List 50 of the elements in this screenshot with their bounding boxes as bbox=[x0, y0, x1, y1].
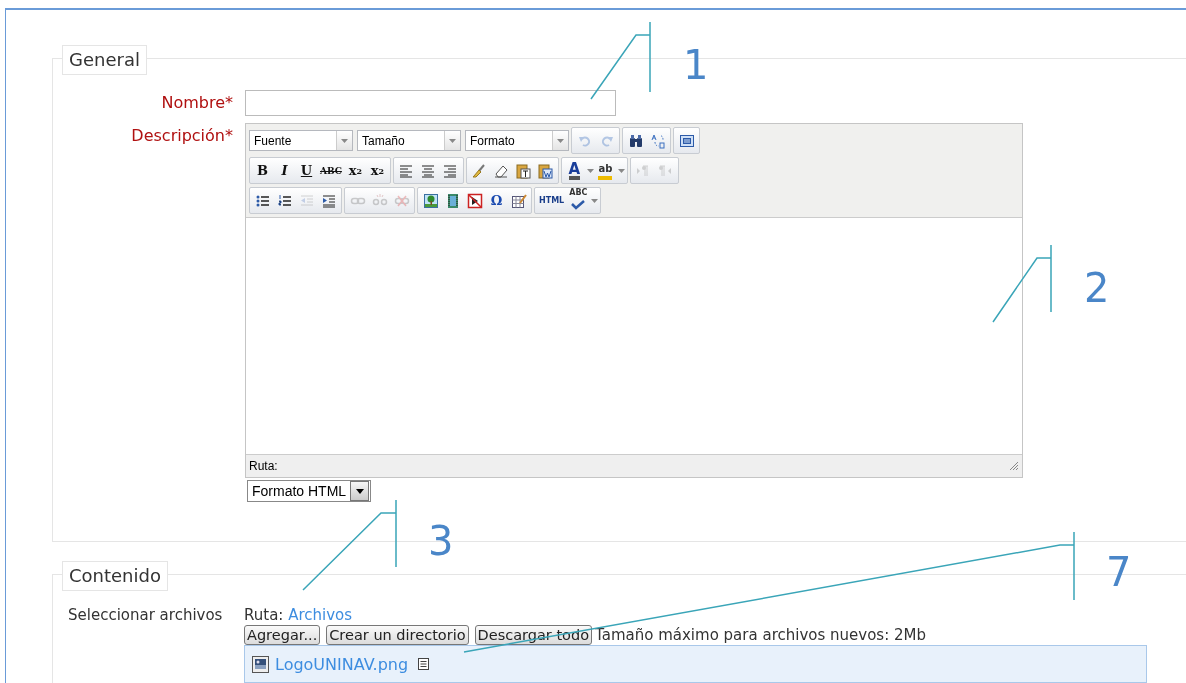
no-anchor-icon bbox=[466, 192, 483, 209]
image-file-icon bbox=[252, 655, 269, 673]
format-dropdown[interactable]: Formato bbox=[465, 130, 569, 151]
replace-icon bbox=[649, 132, 666, 149]
format-dropdown[interactable]: Fuente bbox=[249, 130, 353, 151]
section-legend: Contenido bbox=[69, 565, 161, 586]
paragraph-arrow-icon bbox=[657, 162, 674, 179]
text-color-button[interactable]: A bbox=[563, 160, 585, 181]
format-dropdown[interactable]: Tamaño bbox=[357, 130, 461, 151]
window-icon bbox=[678, 132, 695, 149]
path-label: Ruta: bbox=[244, 606, 284, 624]
spellcheck-button[interactable]: ABC bbox=[567, 190, 590, 211]
section-legend: General bbox=[69, 49, 140, 70]
brush-icon bbox=[471, 162, 488, 179]
callout-number: 2 bbox=[1084, 268, 1110, 308]
file-menu-icon[interactable] bbox=[418, 658, 430, 670]
format-button[interactable]: HTML bbox=[537, 190, 567, 211]
align-left-icon bbox=[398, 162, 415, 179]
spellcheck-label: ABC bbox=[569, 188, 588, 197]
format-button[interactable]: B bbox=[252, 160, 273, 181]
image-icon bbox=[422, 192, 439, 209]
align-right-icon bbox=[442, 162, 459, 179]
indent-icon bbox=[320, 192, 337, 209]
field-label: Nombre* bbox=[160, 92, 233, 114]
field-label: Descripción* bbox=[130, 125, 233, 147]
create-folder-button[interactable]: Crear un directorio bbox=[326, 625, 469, 645]
clipboard-icon bbox=[537, 162, 554, 179]
format-button[interactable]: ABC bbox=[318, 160, 344, 181]
table-edit-icon bbox=[510, 192, 527, 209]
resize-grip-icon[interactable] bbox=[1009, 461, 1019, 471]
align-center-icon bbox=[420, 162, 437, 179]
binoculars-icon bbox=[627, 132, 644, 149]
dropdown-arrow-icon[interactable] bbox=[355, 488, 364, 494]
download-all-button[interactable]: Descargar todo bbox=[474, 625, 593, 645]
highlight-button[interactable]: ab bbox=[594, 160, 616, 181]
add-button[interactable]: Agregar... bbox=[244, 625, 321, 645]
path-label: Ruta: bbox=[249, 459, 278, 473]
callout-number: 1 bbox=[683, 45, 709, 85]
format-button[interactable]: Ω bbox=[486, 190, 507, 211]
format-button[interactable]: U bbox=[296, 160, 317, 181]
clipboard-icon bbox=[515, 162, 532, 179]
callout-number: 3 bbox=[428, 521, 454, 561]
format-select[interactable]: Formato HTML bbox=[247, 480, 372, 502]
callout-number: 7 bbox=[1106, 552, 1132, 592]
max-size-text: Tamaño máximo para archivos nuevos: 2Mb bbox=[595, 626, 926, 644]
numbered-list-icon bbox=[276, 192, 293, 209]
format-button[interactable]: I bbox=[274, 160, 295, 181]
outdent-icon bbox=[298, 192, 315, 209]
name-field[interactable] bbox=[245, 90, 616, 116]
field-label: Seleccionar archivos bbox=[67, 606, 224, 624]
